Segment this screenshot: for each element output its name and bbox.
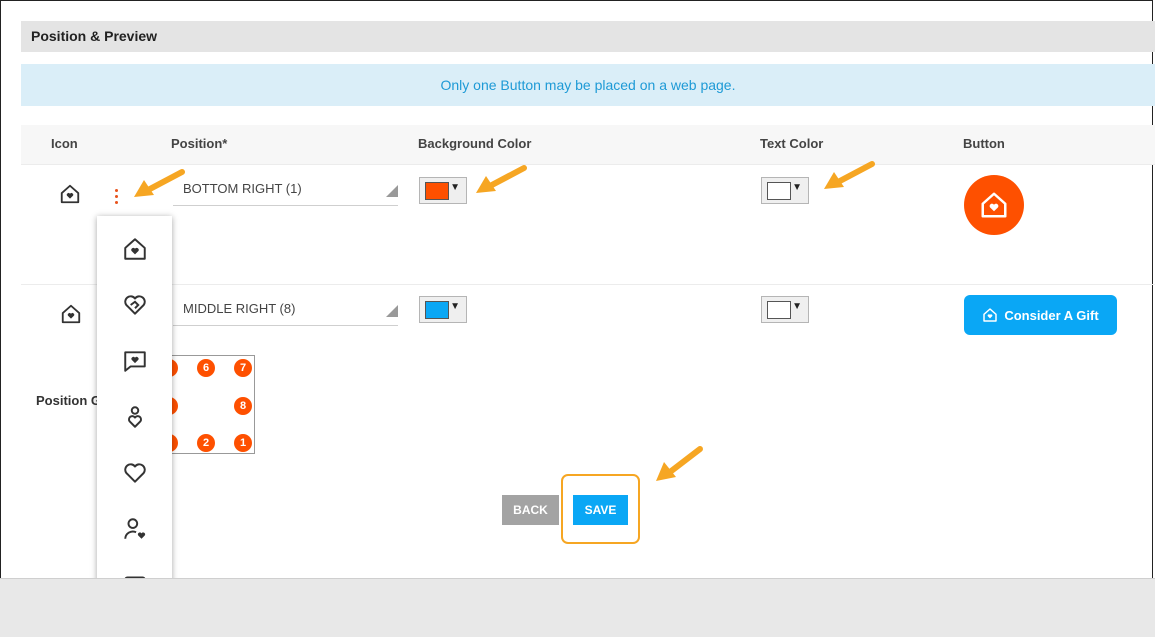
save-button[interactable]: SAVE xyxy=(573,495,628,525)
dropdown-arrow-icon: ▼ xyxy=(792,301,802,312)
header-button: Button xyxy=(963,136,1005,151)
position-grid-label: Position Gr xyxy=(36,393,107,408)
house-heart-icon xyxy=(981,192,1007,218)
color-swatch xyxy=(425,182,449,200)
header-position: Position* xyxy=(171,136,228,151)
color-swatch xyxy=(767,182,791,200)
color-swatch xyxy=(767,301,791,319)
table-header: Icon Position* Background Color Text Col… xyxy=(21,125,1155,165)
grid-dot-2[interactable]: 2 xyxy=(197,434,215,452)
icon-picker-menu xyxy=(97,216,172,619)
position-grid[interactable]: 6 7 8 2 1 xyxy=(168,355,255,454)
header-text-color: Text Color xyxy=(760,136,824,151)
position-select-value: MIDDLE RIGHT (8) xyxy=(183,301,296,316)
heart-icon[interactable] xyxy=(122,460,148,486)
preview-button-label: Consider A Gift xyxy=(1004,307,1099,323)
house-heart-icon[interactable] xyxy=(60,303,82,325)
heart-handshake-icon[interactable] xyxy=(122,292,148,318)
house-heart-icon[interactable] xyxy=(122,236,148,262)
background-color-picker-row1[interactable]: ▼ xyxy=(419,177,467,204)
row-divider xyxy=(21,284,1155,285)
text-color-picker-row2[interactable]: ▼ xyxy=(761,296,809,323)
user-heart-icon[interactable] xyxy=(122,516,148,542)
preview-circle-button[interactable] xyxy=(964,175,1024,235)
dropdown-arrow-icon: ▼ xyxy=(450,182,460,193)
grid-dot-1[interactable]: 1 xyxy=(234,434,252,452)
background-color-picker-row2[interactable]: ▼ xyxy=(419,296,467,323)
notice-banner: Only one Button may be placed on a web p… xyxy=(21,64,1155,106)
grid-dot-8[interactable]: 8 xyxy=(234,397,252,415)
position-select-value: BOTTOM RIGHT (1) xyxy=(183,181,302,196)
chevron-down-icon xyxy=(386,305,398,317)
grid-dot-6[interactable]: 6 xyxy=(197,359,215,377)
footer-bar xyxy=(0,578,1155,637)
grid-dot-7[interactable]: 7 xyxy=(234,359,252,377)
section-title: Position & Preview xyxy=(21,21,1155,52)
header-icon: Icon xyxy=(51,136,78,151)
header-background-color: Background Color xyxy=(418,136,532,151)
house-heart-icon xyxy=(983,308,998,322)
back-button[interactable]: BACK xyxy=(502,495,559,525)
text-color-picker-row1[interactable]: ▼ xyxy=(761,177,809,204)
annotation-arrow-icon xyxy=(824,161,875,189)
annotation-arrow-icon xyxy=(656,446,703,481)
position-select-row1[interactable]: BOTTOM RIGHT (1) xyxy=(173,174,398,206)
position-select-row2[interactable]: MIDDLE RIGHT (8) xyxy=(173,294,398,326)
message-heart-icon[interactable] xyxy=(122,348,148,374)
house-heart-icon[interactable] xyxy=(59,183,81,205)
dropdown-arrow-icon: ▼ xyxy=(792,182,802,193)
icon-menu-toggle[interactable] xyxy=(113,189,119,209)
annotation-arrow-icon xyxy=(476,165,527,193)
color-swatch xyxy=(425,301,449,319)
dropdown-arrow-icon: ▼ xyxy=(450,301,460,312)
annotation-arrow-icon xyxy=(134,169,185,197)
preview-pill-button[interactable]: Consider A Gift xyxy=(964,295,1117,335)
person-heart-icon[interactable] xyxy=(122,404,148,430)
chevron-down-icon xyxy=(386,185,398,197)
